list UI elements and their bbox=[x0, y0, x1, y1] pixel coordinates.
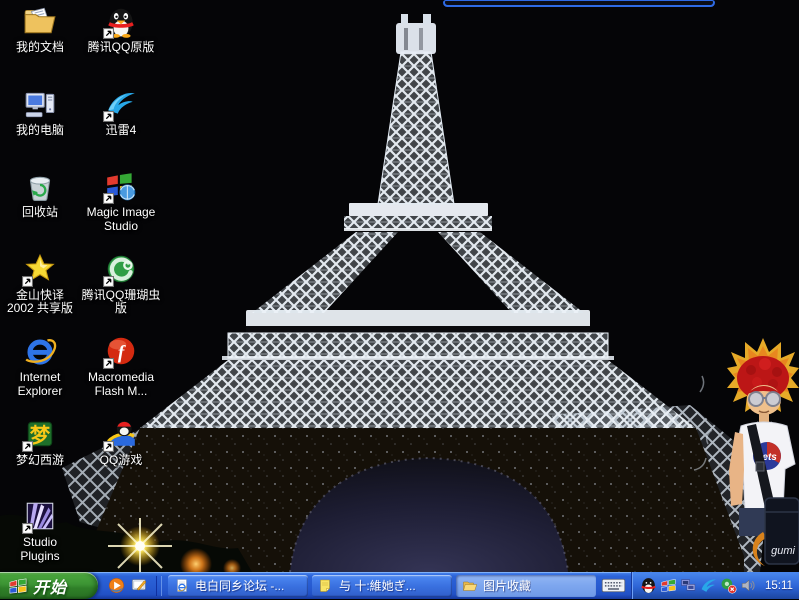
desktop-icon-magic-image-studio[interactable]: Magic Image Studio bbox=[81, 169, 161, 233]
keyboard-icon bbox=[601, 576, 626, 595]
task-button-dianbai-forum[interactable]: 电白同乡论坛 -... bbox=[168, 575, 308, 597]
shortcut-arrow-badge bbox=[103, 358, 114, 369]
shortcut-arrow-badge bbox=[22, 276, 33, 287]
desktop-icon-thunder-4[interactable]: 迅雷4 bbox=[81, 87, 161, 138]
desktop-icon-tencent-qq-coral[interactable]: 腾讯QQ珊瑚虫 版 bbox=[81, 252, 161, 316]
task-icon bbox=[462, 578, 478, 594]
taskbar-separator bbox=[156, 576, 162, 596]
tray-icons bbox=[640, 577, 757, 594]
task-icon bbox=[174, 578, 190, 594]
task-title: 电白同乡论坛 -... bbox=[195, 577, 284, 594]
task-button-chat-window[interactable]: 与 十:維她ぎ... bbox=[312, 575, 452, 597]
task-button-my-pictures[interactable]: 图片收藏 bbox=[456, 575, 596, 597]
desktop-icon-label: Macromedia Flash M... bbox=[81, 371, 161, 398]
desktop-icon-label: Magic Image Studio bbox=[81, 206, 161, 233]
desktop-icon-studio-plugins[interactable]: Studio Plugins bbox=[0, 499, 80, 563]
task-icon bbox=[318, 578, 334, 594]
desktop-icon-label: Studio Plugins bbox=[0, 536, 80, 563]
desktop-icon-label: QQ游戏 bbox=[81, 454, 161, 468]
windows-logo-icon bbox=[8, 576, 28, 596]
desktop[interactable]: Nets gumi 我的文档 腾讯QQ原版 我的电脑 bbox=[0, 0, 799, 572]
start-label: 开始 bbox=[33, 574, 67, 598]
desktop-icon-my-computer[interactable]: 我的电脑 bbox=[0, 87, 80, 138]
desktop-icon-my-documents[interactable]: 我的文档 bbox=[0, 4, 80, 55]
desktop-icon-qq-games[interactable]: QQ游戏 bbox=[81, 417, 161, 468]
desktop-icon-label: 腾讯QQ珊瑚虫 版 bbox=[81, 289, 161, 316]
shortcut-arrow-badge bbox=[103, 193, 114, 204]
shortcut-arrow-badge bbox=[22, 523, 33, 534]
desktop-icon-label: 腾讯QQ原版 bbox=[81, 41, 161, 55]
desktop-icon-recycle-bin[interactable]: 回收站 bbox=[0, 169, 80, 220]
task-buttons: 电白同乡论坛 -... 与 十:維她ぎ... 图片收藏 bbox=[168, 575, 596, 597]
desktop-icon-label: Internet Explorer bbox=[0, 371, 80, 398]
desktop-icon-label: 迅雷4 bbox=[81, 124, 161, 138]
desktop-icon-label: 梦幻西游 bbox=[0, 454, 80, 468]
avatar-bag-text: gumi bbox=[771, 545, 795, 557]
task-title: 图片收藏 bbox=[483, 577, 531, 594]
desktop-icon-label: 回收站 bbox=[0, 206, 80, 220]
tray-thunder-icon[interactable] bbox=[700, 577, 717, 594]
desktop-icon-menghuan-xiyou[interactable]: 梦幻西游 bbox=[0, 417, 80, 468]
tray-qq-icon[interactable] bbox=[640, 577, 657, 594]
shortcut-arrow-badge bbox=[103, 111, 114, 122]
desktop-icon-kingsoft-fasttrans-2002[interactable]: 金山快译 2002 共享版 bbox=[0, 252, 80, 316]
offscreen-window-edge[interactable] bbox=[443, 0, 715, 7]
clock[interactable]: 15:11 bbox=[765, 580, 793, 592]
language-indicator[interactable] bbox=[596, 576, 631, 595]
task-title: 与 十:維她ぎ... bbox=[339, 577, 416, 594]
shortcut-arrow-badge bbox=[103, 441, 114, 452]
system-tray: 15:11 bbox=[631, 572, 799, 599]
tray-network-icon[interactable] bbox=[680, 577, 697, 594]
quick-launch-bar bbox=[98, 576, 153, 595]
desktop-icon-internet-explorer[interactable]: Internet Explorer bbox=[0, 334, 80, 398]
desktop-icon-tencent-qq-original[interactable]: 腾讯QQ原版 bbox=[81, 4, 161, 55]
quicklaunch-media-player[interactable] bbox=[107, 576, 126, 595]
quicklaunch-show-desktop[interactable] bbox=[130, 576, 149, 595]
start-button[interactable]: 开始 bbox=[0, 572, 98, 599]
desktop-icon-label: 我的电脑 bbox=[0, 124, 80, 138]
desktop-icon-label: 金山快译 2002 共享版 bbox=[0, 289, 80, 316]
shortcut-arrow-badge bbox=[22, 441, 33, 452]
desktop-icons: 我的文档 腾讯QQ原版 我的电脑 迅雷4 回收站 Magic Image Stu… bbox=[0, 0, 170, 572]
tray-volume-icon[interactable] bbox=[740, 577, 757, 594]
shortcut-arrow-badge bbox=[103, 28, 114, 39]
tray-colorful-flag-icon[interactable] bbox=[660, 577, 677, 594]
taskbar: 开始 电白同乡论坛 -... 与 十:維她ぎ... 图片收藏 15:11 bbox=[0, 572, 799, 599]
tray-coral-disabled-icon[interactable] bbox=[720, 577, 737, 594]
desktop-icon-macromedia-flash[interactable]: Macromedia Flash M... bbox=[81, 334, 161, 398]
shortcut-arrow-badge bbox=[103, 276, 114, 287]
desktop-icon-label: 我的文档 bbox=[0, 41, 80, 55]
qq-show-avatar[interactable]: Nets gumi bbox=[723, 336, 799, 572]
